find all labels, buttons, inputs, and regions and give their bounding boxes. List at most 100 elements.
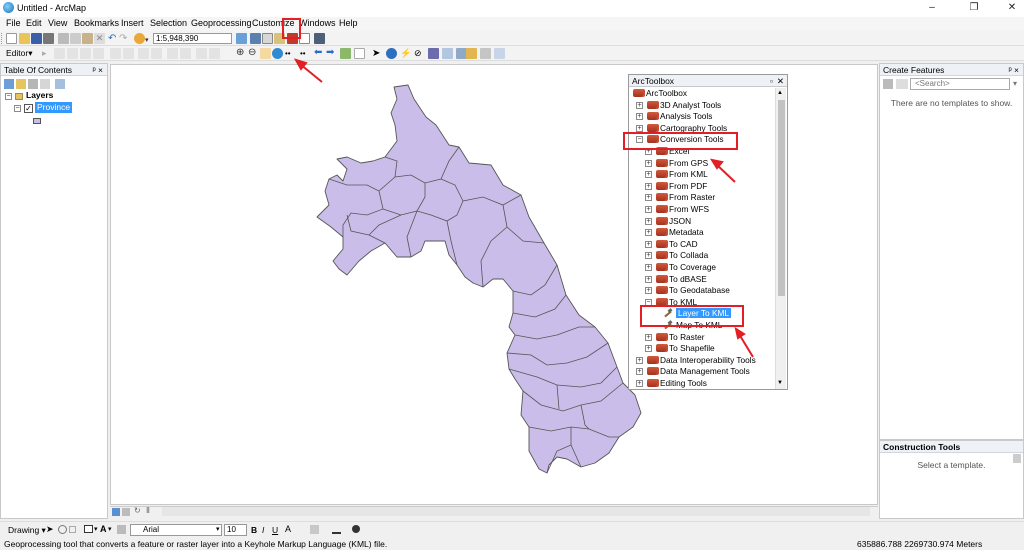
province-symbol-swatch[interactable] <box>33 118 41 124</box>
zoom-in-icon[interactable]: ⊕ <box>236 48 247 59</box>
refresh-icon[interactable]: ↻ <box>134 506 141 515</box>
scale-combobox[interactable]: 1:5,948,390 <box>153 33 232 44</box>
html-popup-icon[interactable]: ⊘ <box>414 48 425 59</box>
pan-icon[interactable] <box>260 48 271 59</box>
expand-icon[interactable]: + <box>645 264 652 271</box>
list-by-drawing-order-icon[interactable] <box>4 79 14 89</box>
hyperlink-icon[interactable]: ⚡ <box>400 48 411 59</box>
new-text-icon[interactable] <box>117 525 126 534</box>
font-name-select[interactable]: Arial <box>130 524 222 536</box>
expand-icon[interactable]: + <box>645 217 652 225</box>
expand-icon[interactable]: + <box>645 275 652 283</box>
expand-icon[interactable]: + <box>645 206 652 213</box>
paste-icon[interactable] <box>82 33 93 44</box>
cut-icon[interactable] <box>58 33 69 44</box>
menu-view[interactable]: View <box>48 18 67 28</box>
zoom-to-selected-icon[interactable] <box>69 526 76 533</box>
menu-insert[interactable]: Insert <box>121 18 144 28</box>
expand-icon[interactable]: + <box>636 113 643 121</box>
edit-annotation-icon[interactable] <box>54 48 65 59</box>
expand-icon[interactable]: + <box>636 356 643 364</box>
maximize-button[interactable]: ❐ <box>966 2 982 14</box>
expand-icon[interactable]: + <box>636 380 643 387</box>
close-button[interactable]: ✕ <box>1004 2 1020 14</box>
expand-icon[interactable]: + <box>645 182 652 190</box>
province-collapse-icon[interactable]: − <box>14 105 21 112</box>
list-by-visibility-icon[interactable] <box>28 79 38 89</box>
viewer-window-icon[interactable] <box>480 48 491 59</box>
line-color-icon[interactable] <box>332 525 341 534</box>
scroll-up-icon[interactable]: ▲ <box>777 90 783 96</box>
close-icon[interactable]: ✕ <box>777 75 784 87</box>
fill-color-icon[interactable] <box>310 525 319 534</box>
copy-icon[interactable] <box>70 33 81 44</box>
back-extent-icon[interactable]: ⬅ <box>314 48 325 59</box>
scroll-down-icon[interactable]: ▼ <box>777 380 783 386</box>
expand-icon[interactable]: + <box>645 333 652 341</box>
list-by-selection-icon[interactable] <box>40 79 50 89</box>
trace-icon[interactable] <box>93 48 104 59</box>
clear-selection-icon[interactable] <box>354 48 365 59</box>
layout-view-button[interactable] <box>122 508 130 516</box>
construction-scroll-icon[interactable] <box>1013 454 1021 463</box>
layers-label[interactable]: Layers <box>26 90 53 100</box>
reshape-icon[interactable] <box>196 48 207 59</box>
marker-color-icon[interactable] <box>352 525 360 533</box>
measure-icon[interactable] <box>494 48 505 59</box>
toolbox-scrollbar[interactable]: ▲ ▼ <box>775 88 786 389</box>
list-by-source-icon[interactable] <box>16 79 26 89</box>
save-icon[interactable] <box>31 33 42 44</box>
layers-collapse-icon[interactable]: − <box>5 93 12 100</box>
chevron-down-icon[interactable]: ▾ <box>145 36 149 44</box>
font-size-select[interactable]: 10 <box>224 524 247 536</box>
find-icon[interactable] <box>428 48 439 59</box>
italic-button[interactable]: I <box>262 525 264 535</box>
identify-icon[interactable] <box>386 48 397 59</box>
menu-geoprocessing[interactable]: Geoprocessing <box>191 18 252 28</box>
pause-drawing-icon[interactable]: Ⅱ <box>146 506 150 515</box>
delete-icon[interactable]: ✕ <box>94 33 105 44</box>
create-features-icon[interactable] <box>167 48 178 59</box>
time-slider-icon[interactable] <box>466 48 477 59</box>
expand-icon[interactable]: + <box>645 252 652 260</box>
toolbar-grip[interactable] <box>1 33 4 44</box>
editor-menu[interactable]: Editor▾ <box>6 48 32 59</box>
rectangle-dropdown-icon[interactable]: ▾ <box>94 525 98 533</box>
expand-icon[interactable]: + <box>645 345 652 353</box>
editor-toolbar-icon[interactable] <box>236 33 247 44</box>
table-of-contents-icon[interactable] <box>250 33 261 44</box>
search-options-icon[interactable]: ▾ <box>1013 79 1021 89</box>
text-tool-icon[interactable]: A <box>100 524 107 534</box>
pin-icon[interactable]: ᵖ × <box>92 64 103 76</box>
find-route-icon[interactable] <box>442 48 453 59</box>
text-dropdown-icon[interactable]: ▾ <box>108 525 112 533</box>
menu-file[interactable]: File <box>6 18 21 28</box>
new-document-icon[interactable] <box>6 33 17 44</box>
arctoolbox-header[interactable]: ArcToolbox ▫ ✕ <box>629 75 787 87</box>
forward-extent-icon[interactable]: ➡ <box>326 48 337 59</box>
rotate-tool-icon[interactable] <box>123 48 134 59</box>
select-elements-icon[interactable]: ➤ <box>372 48 383 59</box>
full-extent-icon[interactable] <box>272 48 283 59</box>
minimize-button[interactable]: – <box>924 2 940 14</box>
underline-button[interactable]: U <box>272 525 278 535</box>
fixed-zoom-out-icon[interactable]: •• <box>300 48 311 59</box>
attributes-icon[interactable] <box>138 48 149 59</box>
undo-icon[interactable]: ↶ <box>108 33 119 44</box>
select-elements-arrow-icon[interactable]: ➤ <box>46 524 54 535</box>
modelbuilder-icon[interactable] <box>314 33 325 44</box>
endpoint-arc-icon[interactable] <box>80 48 91 59</box>
expand-icon[interactable]: + <box>636 101 643 109</box>
menu-edit[interactable]: Edit <box>26 18 42 28</box>
menu-windows[interactable]: Windows <box>299 18 336 28</box>
expand-icon[interactable]: + <box>645 229 652 237</box>
create-features-pin-icon[interactable]: ᵖ × <box>1008 64 1019 76</box>
split-tool-icon[interactable] <box>110 48 121 59</box>
expand-icon[interactable]: + <box>645 240 652 248</box>
menu-bookmarks[interactable]: Bookmarks <box>74 18 119 28</box>
province-layer-name[interactable]: Province <box>35 102 73 113</box>
add-data-icon[interactable] <box>134 33 145 44</box>
redo-icon[interactable]: ↷ <box>119 33 130 44</box>
menu-help[interactable]: Help <box>339 18 358 28</box>
font-color-icon[interactable]: A <box>285 524 291 534</box>
